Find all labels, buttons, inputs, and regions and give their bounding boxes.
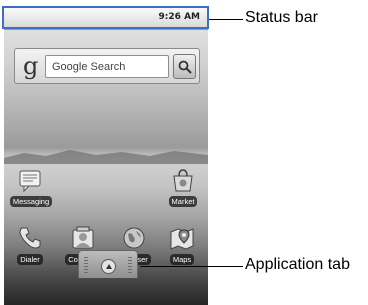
- application-tab-callout-line: [140, 266, 243, 267]
- google-logo: g: [23, 52, 39, 80]
- search-button[interactable]: [173, 54, 196, 79]
- contacts-icon: [72, 226, 94, 249]
- status-bar-highlight: [2, 6, 209, 29]
- home-screen: 9:26 AM g Google Search Messaging Market…: [4, 8, 208, 305]
- app-market[interactable]: Market: [162, 166, 204, 207]
- application-tab[interactable]: [78, 250, 138, 278]
- app-label: Dialer: [17, 254, 43, 265]
- search-icon: [178, 60, 192, 74]
- status-bar-callout-line: [209, 19, 243, 20]
- application-tab-callout: Application tab: [245, 256, 350, 273]
- app-label: Maps: [169, 254, 195, 265]
- app-label: Messaging: [9, 196, 53, 207]
- app-maps[interactable]: Maps: [162, 224, 202, 265]
- tab-grip: [128, 257, 132, 275]
- tab-grip: [84, 257, 88, 275]
- app-dialer[interactable]: Dialer: [10, 224, 50, 265]
- status-bar-callout: Status bar: [245, 9, 318, 26]
- google-search-widget[interactable]: g Google Search: [14, 48, 200, 84]
- maps-icon: [170, 228, 194, 250]
- app-messaging[interactable]: Messaging: [8, 166, 54, 207]
- market-icon: [173, 169, 193, 192]
- browser-icon: [123, 227, 145, 249]
- arrow-up-icon: [101, 259, 116, 274]
- search-input[interactable]: Google Search: [45, 55, 169, 78]
- mountain-silhouette: [4, 150, 208, 164]
- app-label: Market: [168, 196, 198, 207]
- messaging-icon: [19, 170, 41, 193]
- dialer-icon: [19, 227, 41, 249]
